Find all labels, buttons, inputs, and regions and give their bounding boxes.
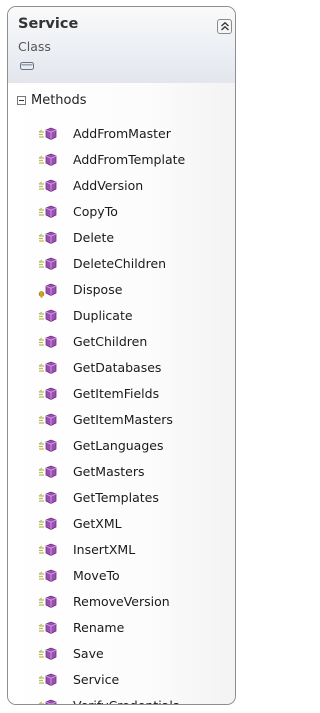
method-row[interactable]: GetMasters: [8, 462, 235, 488]
public-method-icon: [38, 230, 58, 246]
collapse-button[interactable]: [217, 19, 232, 34]
method-name: Service: [73, 672, 120, 687]
method-row[interactable]: AddFromTemplate: [8, 150, 235, 176]
method-row[interactable]: Save: [8, 644, 235, 670]
method-row[interactable]: Service: [8, 670, 235, 696]
method-row[interactable]: AddVersion: [8, 176, 235, 202]
method-row[interactable]: Duplicate: [8, 306, 235, 332]
method-name: Rename: [73, 620, 125, 635]
interface-method-icon: [38, 282, 58, 298]
method-row[interactable]: CopyTo: [8, 202, 235, 228]
method-row[interactable]: DeleteChildren: [8, 254, 235, 280]
method-row[interactable]: MoveTo: [8, 566, 235, 592]
method-name: AddFromMaster: [73, 126, 171, 141]
method-name: GetItemFields: [73, 386, 160, 401]
public-method-icon: [38, 360, 58, 376]
double-chevron-up-icon: [221, 21, 229, 31]
method-row[interactable]: GetItemMasters: [8, 410, 235, 436]
public-method-icon: [38, 438, 58, 454]
method-row[interactable]: Rename: [8, 618, 235, 644]
method-row[interactable]: Delete: [8, 228, 235, 254]
method-name: GetChildren: [73, 334, 148, 349]
method-name: GetMasters: [73, 464, 145, 479]
public-method-icon: [38, 646, 58, 662]
method-row[interactable]: GetTemplates: [8, 488, 235, 514]
class-icon: [20, 62, 34, 70]
collapse-section-icon[interactable]: [17, 95, 26, 105]
method-name: Save: [73, 646, 104, 661]
methods-compartment: Methods AddFromMaster AddFromTemplate AddV…: [8, 83, 235, 704]
public-method-icon: [38, 412, 58, 428]
public-method-icon: [38, 490, 58, 506]
public-method-icon: [38, 568, 58, 584]
method-row[interactable]: VerifyCredentials: [8, 696, 235, 704]
public-method-icon: [38, 386, 58, 402]
class-header[interactable]: Service Class: [8, 7, 235, 84]
methods-section-header[interactable]: Methods: [17, 91, 87, 109]
method-name: GetLanguages: [73, 438, 164, 453]
method-row[interactable]: GetXML: [8, 514, 235, 540]
method-name: MoveTo: [73, 568, 120, 583]
method-row[interactable]: GetDatabases: [8, 358, 235, 384]
method-name: AddFromTemplate: [73, 152, 186, 167]
method-name: VerifyCredentials: [73, 696, 179, 704]
method-name: AddVersion: [73, 178, 144, 193]
class-name: Service: [18, 16, 79, 32]
public-method-icon: [38, 516, 58, 532]
public-method-icon: [38, 152, 58, 168]
method-name: RemoveVersion: [73, 594, 170, 609]
method-name: Dispose: [73, 282, 123, 297]
method-name: DeleteChildren: [73, 256, 167, 271]
public-method-icon: [38, 698, 58, 704]
public-method-icon: [38, 178, 58, 194]
section-label: Methods: [31, 92, 87, 108]
method-name: Duplicate: [73, 308, 133, 323]
method-list: AddFromMaster AddFromTemplate AddVersion Co…: [8, 124, 235, 704]
method-name: Delete: [73, 230, 115, 245]
method-name: CopyTo: [73, 204, 118, 219]
public-method-icon: [38, 256, 58, 272]
method-row[interactable]: GetLanguages: [8, 436, 235, 462]
method-row[interactable]: InsertXML: [8, 540, 235, 566]
class-shape-service[interactable]: Service Class Methods AddFromMaster AddFr…: [7, 6, 236, 705]
public-method-icon: [38, 620, 58, 636]
method-name: InsertXML: [73, 542, 136, 557]
public-method-icon: [38, 542, 58, 558]
method-name: GetTemplates: [73, 490, 159, 505]
method-row[interactable]: Dispose: [8, 280, 235, 306]
public-method-icon: [38, 308, 58, 324]
method-row[interactable]: GetItemFields: [8, 384, 235, 410]
method-name: GetXML: [73, 516, 122, 531]
method-name: GetDatabases: [73, 360, 162, 375]
public-method-icon: [38, 594, 58, 610]
class-kind: Class: [18, 39, 51, 54]
public-method-icon: [38, 334, 58, 350]
public-method-icon: [38, 126, 58, 142]
method-row[interactable]: RemoveVersion: [8, 592, 235, 618]
method-row[interactable]: AddFromMaster: [8, 124, 235, 150]
method-row[interactable]: GetChildren: [8, 332, 235, 358]
public-method-icon: [38, 204, 58, 220]
public-method-icon: [38, 672, 58, 688]
public-method-icon: [38, 464, 58, 480]
method-name: GetItemMasters: [73, 412, 173, 427]
